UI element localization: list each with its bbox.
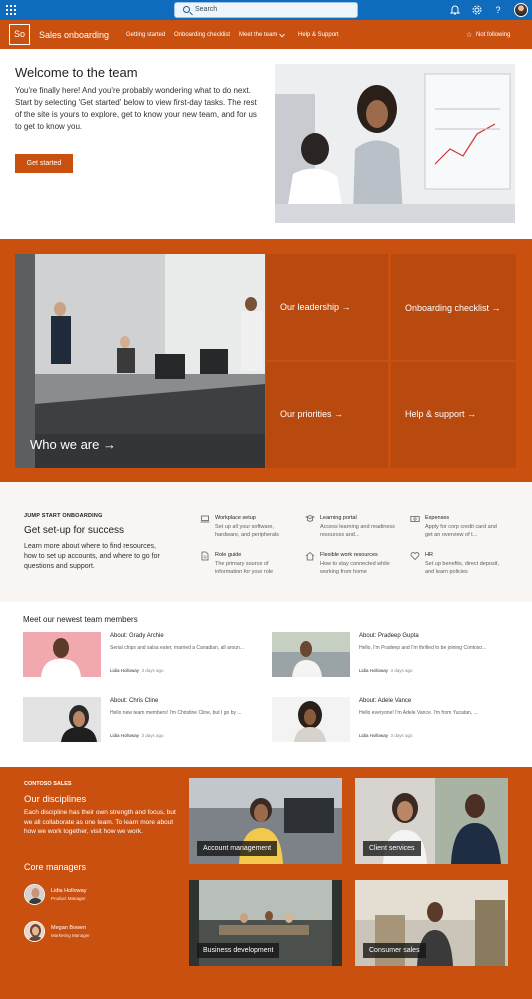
discipline-business-development[interactable]: Business development <box>189 880 342 966</box>
gear-icon[interactable] <box>471 4 483 16</box>
tile-our-leadership[interactable]: Our leadership → <box>266 254 388 360</box>
news-thumbnail <box>272 632 350 677</box>
manager-name: Lidia Holloway <box>51 888 87 894</box>
site-header: So Sales onboarding Getting started Onbo… <box>0 20 532 49</box>
search-placeholder: Search <box>195 6 218 13</box>
news-snippet: Hello everyone! I'm Adele Vance. I'm fro… <box>359 710 478 716</box>
money-icon <box>410 516 420 522</box>
link-title: Workplace setup <box>215 515 256 521</box>
manager-card[interactable]: Lidia Holloway Product Manager <box>24 884 174 906</box>
disciplines-title: Our disciplines <box>24 794 87 805</box>
link-title: Flexible work resources <box>320 552 378 558</box>
news-headline: About: Pradeep Gupta <box>359 633 419 639</box>
tile-who-we-are[interactable]: Who we are → <box>30 437 116 452</box>
tile-label: Onboarding checklist → <box>405 303 501 313</box>
search-box[interactable]: Search <box>174 2 358 18</box>
news-snippet: Serial chips and salsa eater, married a … <box>110 645 244 651</box>
avatar <box>24 884 45 905</box>
news-author: Lidia Holloway 3 days ago <box>359 668 413 673</box>
link-desc: How to stay connected while working from… <box>320 561 390 575</box>
laptop-icon <box>200 515 210 523</box>
help-icon[interactable]: ? <box>492 4 504 16</box>
news-headline: About: Chris Cline <box>110 698 159 704</box>
discipline-account-management[interactable]: Account management <box>189 778 342 864</box>
discipline-label: Account management <box>197 841 278 856</box>
manager-card[interactable]: Megan Bowen Marketing Manager <box>24 921 174 943</box>
hero-title: Welcome to the team <box>15 65 138 80</box>
hero-text: You're finally here! And you're probably… <box>15 86 257 131</box>
tile-label: Our leadership → <box>280 302 351 312</box>
search-icon <box>183 6 190 13</box>
link-title: Learning portal <box>320 515 357 521</box>
news-item[interactable]: About: Adele Vance Hello everyone! I'm A… <box>272 697 512 742</box>
news-headline: About: Grady Archie <box>110 633 164 639</box>
tile-help-support[interactable]: Help & support → <box>391 362 516 468</box>
news-snippet: Hello, I'm Pradeep and I'm thrilled to b… <box>359 645 487 651</box>
jump-start-title: Get set-up for success <box>24 525 125 536</box>
site-title[interactable]: Sales onboarding <box>39 30 109 40</box>
chevron-down-icon <box>279 33 285 38</box>
news-thumbnail <box>23 697 101 742</box>
link-desc: Apply for corp credit card and get an ov… <box>425 524 497 538</box>
suite-bar: Search ? <box>0 0 532 20</box>
hero-image <box>275 64 515 223</box>
nav-meet-the-team[interactable]: Meet the team <box>239 32 277 38</box>
avatar[interactable] <box>514 3 528 17</box>
discipline-consumer-sales[interactable]: Consumer sales <box>355 880 508 966</box>
tile-our-priorities[interactable]: Our priorities → <box>266 362 388 468</box>
nav-onboarding-checklist[interactable]: Onboarding checklist <box>174 32 230 38</box>
link-title: Expenses <box>425 515 450 521</box>
learning-icon <box>305 515 315 522</box>
home-icon <box>305 551 315 561</box>
document-icon <box>201 551 209 561</box>
waffle-icon[interactable] <box>6 5 16 15</box>
core-managers-title: Core managers <box>24 862 87 872</box>
news-thumbnail <box>23 632 101 677</box>
news-item[interactable]: About: Chris Cline Hello new team member… <box>23 697 263 742</box>
news-title: Meet our newest team members <box>23 615 138 624</box>
disciplines-eyebrow: CONTOSO SALES <box>24 781 72 787</box>
news-author: Lidia Holloway 3 days ago <box>110 733 164 738</box>
manager-role: Marketing Manager <box>51 933 90 938</box>
nav-help-support[interactable]: Help & Support <box>298 32 339 38</box>
news-author: Lidia Holloway 3 days ago <box>110 668 164 673</box>
heart-icon <box>410 552 420 561</box>
who-we-are-image[interactable] <box>15 254 265 468</box>
link-desc: The primary source of information for yo… <box>215 561 274 575</box>
bell-icon[interactable] <box>449 4 461 16</box>
manager-role: Product Manager <box>51 896 86 901</box>
news-author: Lidia Holloway 3 days ago <box>359 733 413 738</box>
disciplines-text: Each discipline has their own strength a… <box>24 809 176 836</box>
tile-label: Help & support → <box>405 409 477 419</box>
site-logo[interactable]: So <box>9 24 30 45</box>
follow-toggle[interactable]: Not following <box>476 32 510 38</box>
link-desc: Set up benefits, direct deposit, and lea… <box>425 561 499 575</box>
link-desc: Access learning and readiness resources … <box>320 524 395 538</box>
discipline-label: Client services <box>363 841 421 856</box>
discipline-label: Business development <box>197 943 280 958</box>
link-title: Role guide <box>215 552 242 558</box>
discipline-label: Consumer sales <box>363 943 426 958</box>
get-started-button[interactable]: Get started <box>15 154 73 173</box>
link-desc: Set up all your software, hardware, and … <box>215 524 279 538</box>
manager-name: Megan Bowen <box>51 925 87 931</box>
tile-label: Our priorities → <box>280 409 344 419</box>
jump-start-eyebrow: JUMP START ONBOARDING <box>24 513 103 519</box>
avatar <box>24 921 45 942</box>
link-title: HR <box>425 552 433 558</box>
tile-onboarding-checklist[interactable]: Onboarding checklist → <box>391 254 516 360</box>
discipline-client-services[interactable]: Client services <box>355 778 508 864</box>
news-headline: About: Adele Vance <box>359 698 412 704</box>
news-snippet: Hello new team members! I'm Christine Cl… <box>110 710 242 716</box>
news-thumbnail <box>272 697 350 742</box>
jump-start-text: Learn more about where to find resources… <box>24 543 160 570</box>
star-icon: ☆ <box>466 32 473 39</box>
news-item[interactable]: About: Grady Archie Serial chips and sal… <box>23 632 263 677</box>
news-item[interactable]: About: Pradeep Gupta Hello, I'm Pradeep … <box>272 632 512 677</box>
nav-getting-started[interactable]: Getting started <box>126 32 165 38</box>
